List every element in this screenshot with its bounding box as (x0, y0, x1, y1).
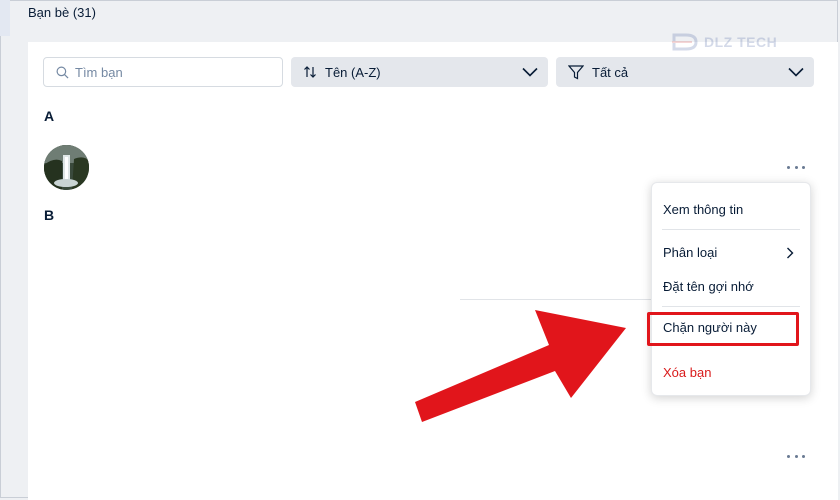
annotation-arrow-icon (415, 310, 626, 422)
